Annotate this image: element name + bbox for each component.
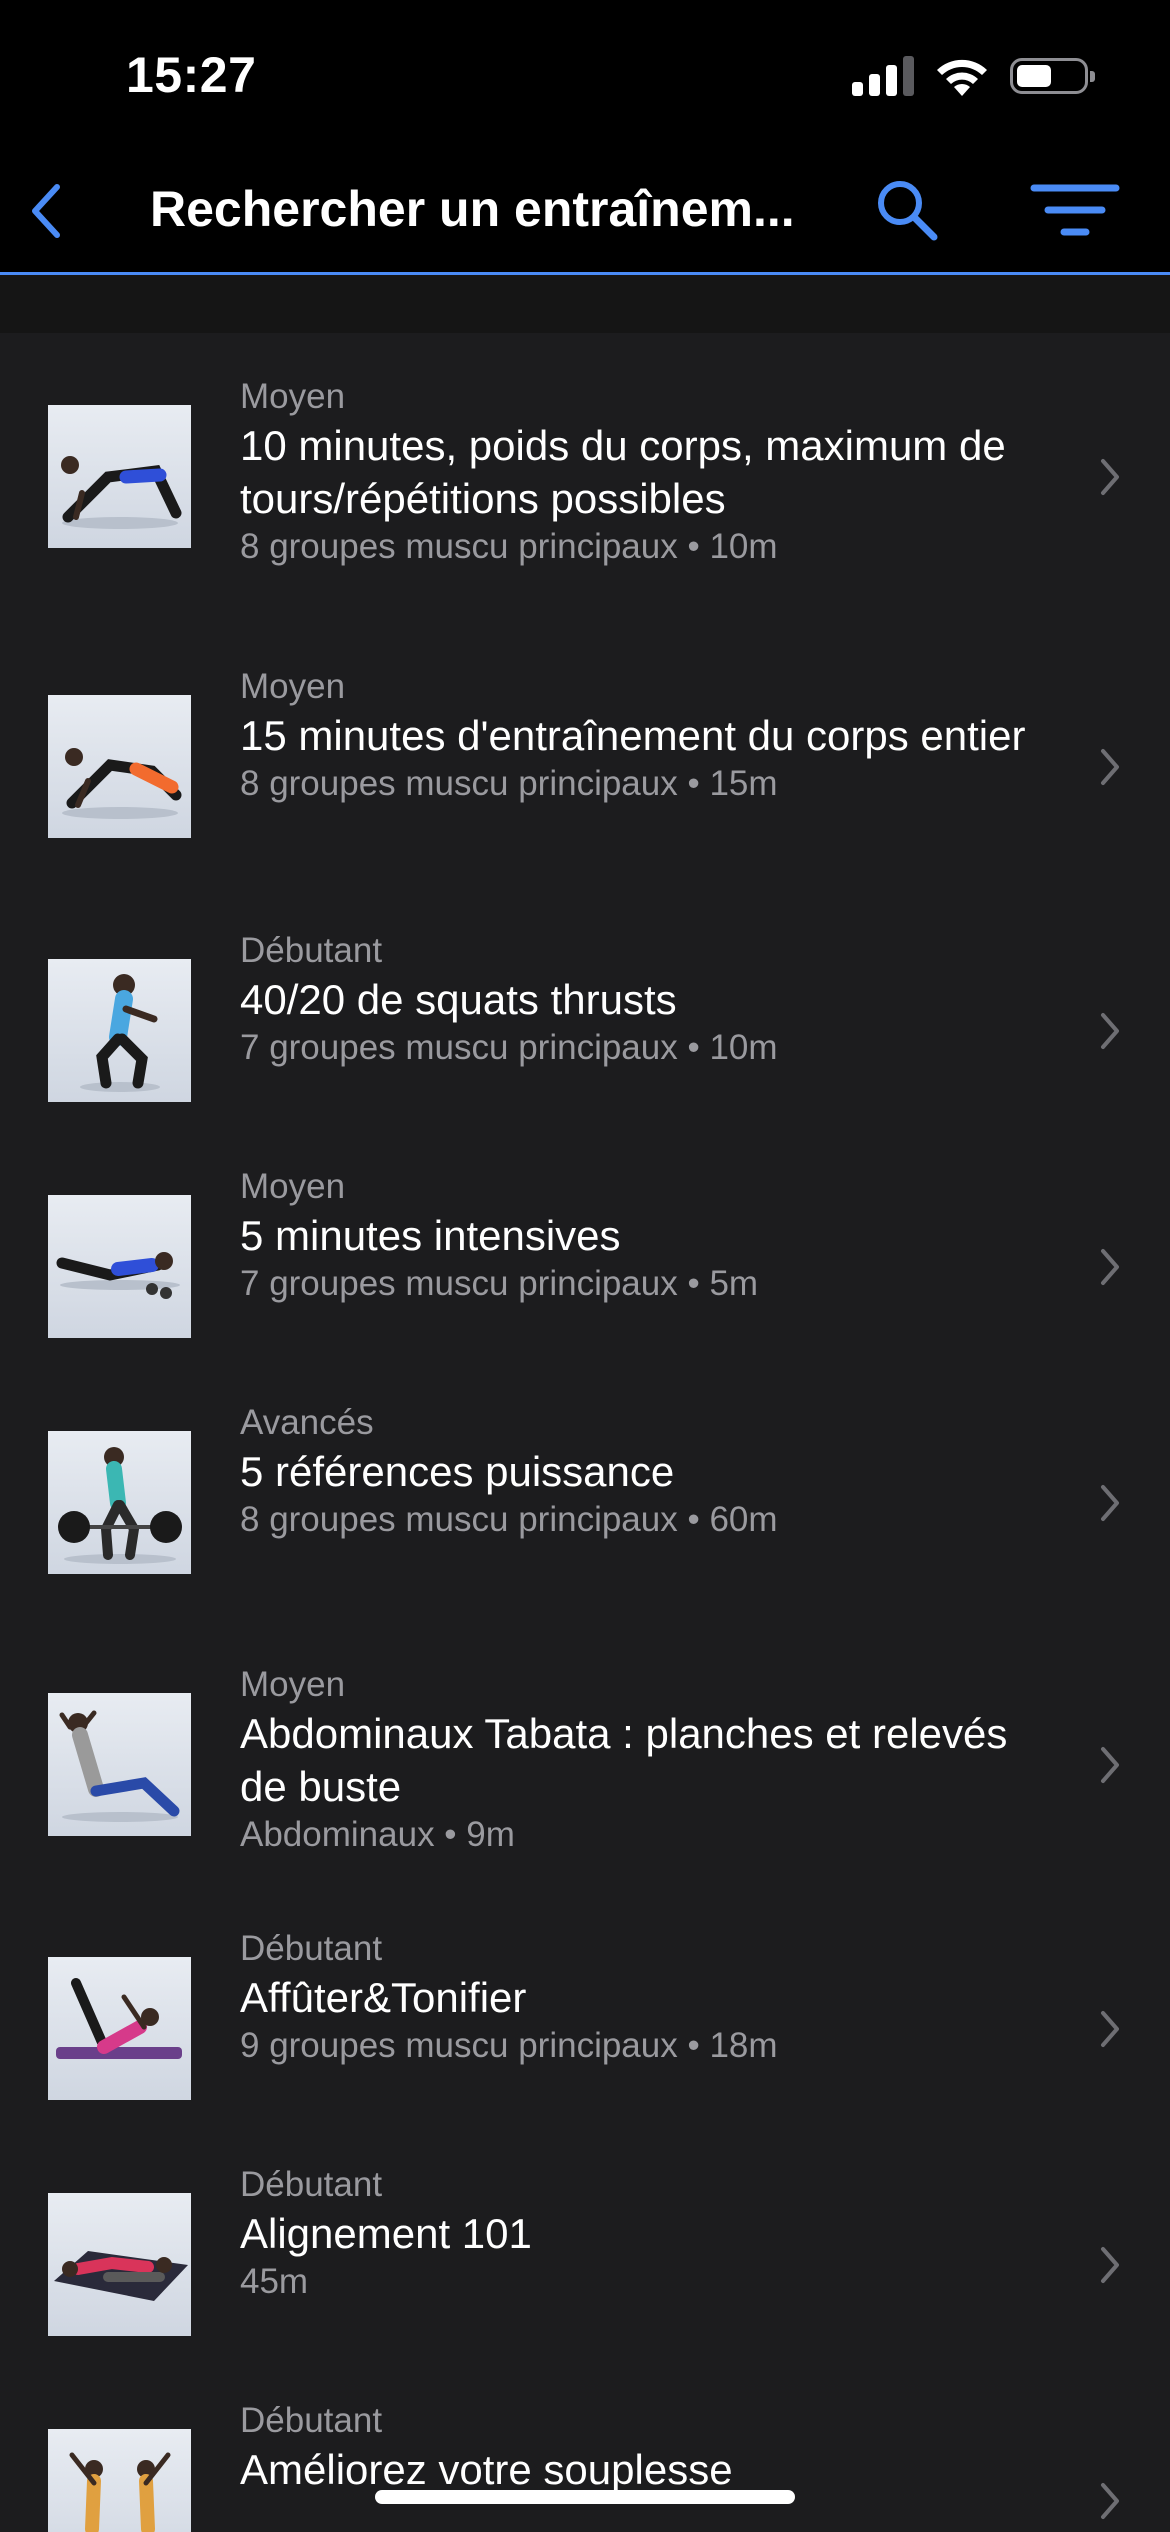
workout-title: 15 minutes d'entraînement du corps entie… — [240, 712, 1026, 759]
chevron-right-icon — [1101, 2011, 1119, 2047]
workout-details: 8 groupes muscu principaux • 60m — [240, 1500, 778, 1539]
workout-level: Avancés — [240, 1403, 374, 1442]
battery-icon — [1010, 58, 1095, 94]
navigation-bar: Rechercher un entraînem... — [0, 150, 1170, 275]
workout-thumbnail — [48, 1195, 191, 1338]
filter-button[interactable] — [1030, 176, 1120, 246]
status-time: 15:27 — [126, 47, 257, 103]
chevron-right-icon — [1101, 2247, 1119, 2283]
workout-thumbnail — [48, 1693, 191, 1836]
workout-thumbnail — [48, 959, 191, 1102]
chevron-right-icon — [1101, 1249, 1119, 1285]
status-bar: 15:27 — [0, 0, 1170, 150]
chevron-right-icon — [1101, 1747, 1119, 1783]
workout-thumbnail — [48, 2429, 191, 2532]
workout-thumbnail — [48, 695, 191, 838]
chevron-left-icon — [32, 184, 60, 238]
workout-title: Abdominaux Tabata : planches et relevés … — [240, 1710, 1008, 1810]
workout-title: 5 minutes intensives — [240, 1212, 621, 1259]
workout-row[interactable]: Débutant 40/20 de squats thrusts 7 group… — [0, 913, 1170, 1149]
workout-title: 10 minutes, poids du corps, maximum de t… — [240, 422, 1006, 522]
workout-list[interactable]: Moyen 10 minutes, poids du corps, maximu… — [0, 333, 1170, 2532]
workout-row[interactable]: Moyen 5 minutes intensives 7 groupes mus… — [0, 1149, 1170, 1385]
workout-details: Abdominaux • 9m — [240, 1815, 515, 1854]
workout-thumbnail — [48, 2193, 191, 2336]
chevron-right-icon — [1101, 749, 1119, 785]
workout-thumbnail — [48, 1431, 191, 1574]
workout-level: Moyen — [240, 1167, 346, 1206]
workout-level: Moyen — [240, 377, 346, 416]
workout-title: Alignement 101 — [240, 2210, 532, 2257]
workout-details: 7 groupes muscu principaux • 10m — [240, 1028, 778, 1067]
workout-title: 40/20 de squats thrusts — [240, 976, 677, 1023]
cellular-signal-icon — [852, 56, 916, 96]
workout-level: Débutant — [240, 931, 383, 970]
chevron-right-icon — [1101, 459, 1119, 495]
workout-details: 45m — [240, 2262, 309, 2301]
workout-details: 7 groupes muscu principaux • 5m — [240, 1264, 759, 1303]
search-icon — [878, 181, 938, 241]
workout-row[interactable]: Moyen Abdominaux Tabata : planches et re… — [0, 1621, 1170, 1911]
chevron-right-icon — [1101, 1013, 1119, 1049]
page-title: Rechercher un entraînem... — [150, 181, 795, 237]
workout-level: Débutant — [240, 2165, 383, 2204]
workout-level: Moyen — [240, 1665, 346, 1704]
workout-row[interactable]: Moyen 15 minutes d'entraînement du corps… — [0, 623, 1170, 913]
workout-thumbnail — [48, 1957, 191, 2100]
list-header-spacer — [0, 275, 1170, 333]
wifi-icon — [934, 52, 990, 98]
search-button[interactable] — [872, 172, 942, 248]
chevron-right-icon — [1101, 2483, 1119, 2519]
workout-row[interactable]: Avancés 5 références puissance 8 groupes… — [0, 1385, 1170, 1621]
workout-level: Moyen — [240, 667, 346, 706]
workout-title: Améliorez votre souplesse — [240, 2446, 733, 2493]
workout-row[interactable]: Débutant Améliorez votre souplesse — [0, 2383, 1170, 2532]
workout-details: 9 groupes muscu principaux • 18m — [240, 2026, 778, 2065]
workout-row[interactable]: Moyen 10 minutes, poids du corps, maximu… — [0, 333, 1170, 623]
filter-icon — [1030, 184, 1120, 236]
workout-details: 8 groupes muscu principaux • 15m — [240, 764, 778, 803]
workout-title: Affûter&Tonifier — [240, 1974, 527, 2021]
workout-details: 8 groupes muscu principaux • 10m — [240, 527, 778, 566]
home-indicator[interactable] — [375, 2490, 795, 2504]
workout-level: Débutant — [240, 2401, 383, 2440]
workout-title: 5 références puissance — [240, 1448, 675, 1495]
workout-thumbnail — [48, 405, 191, 548]
workout-row[interactable]: Débutant Affûter&Tonifier 9 groupes musc… — [0, 1911, 1170, 2147]
chevron-right-icon — [1101, 1485, 1119, 1521]
back-button[interactable] — [20, 176, 70, 246]
workout-row[interactable]: Débutant Alignement 101 45m — [0, 2147, 1170, 2383]
workout-level: Débutant — [240, 1929, 383, 1968]
